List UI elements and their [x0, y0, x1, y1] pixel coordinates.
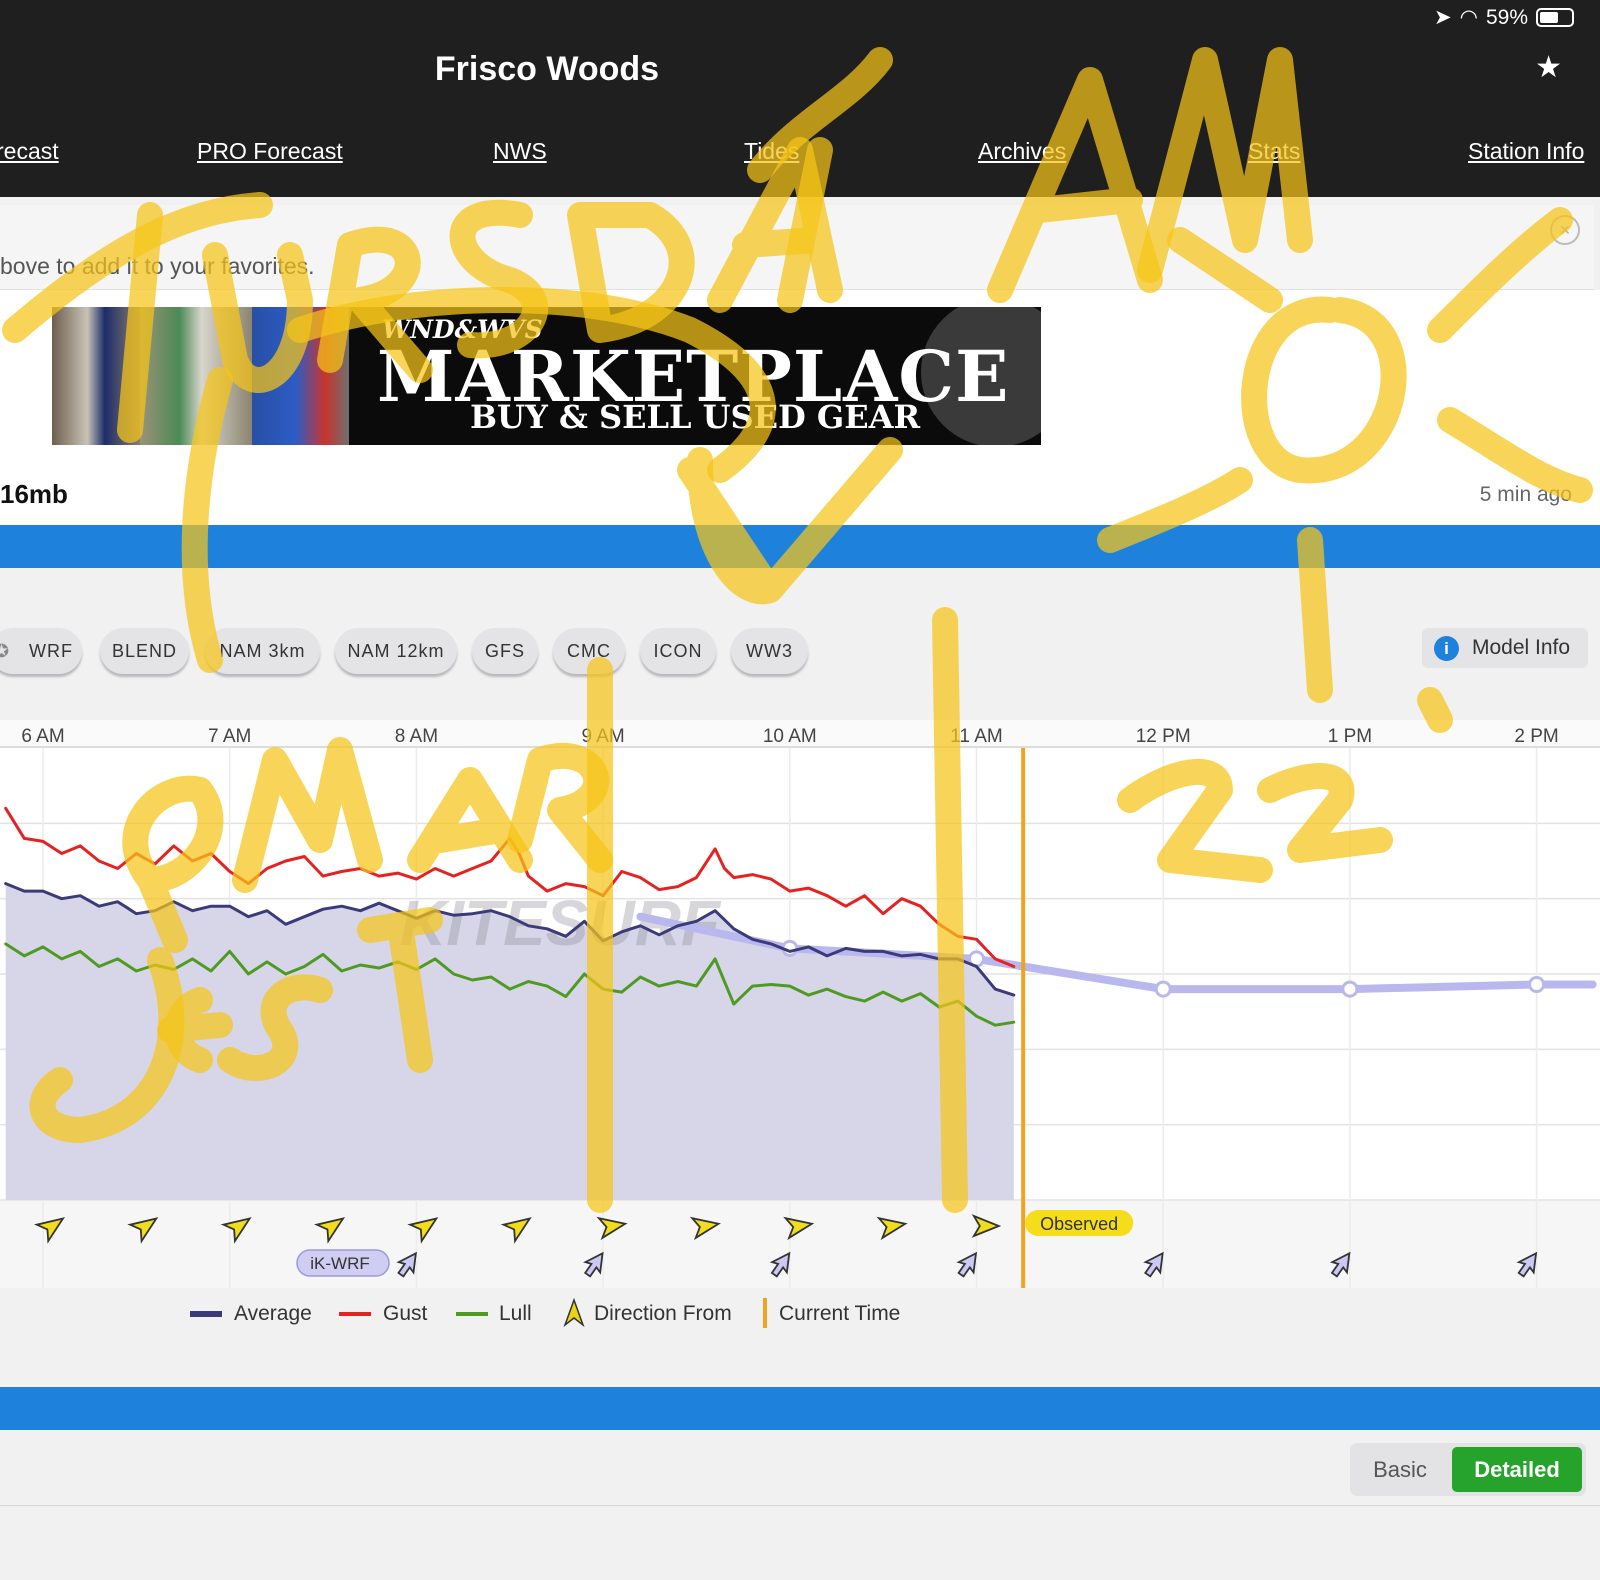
section-bar-bottom: [0, 1387, 1600, 1430]
detailed-view-button[interactable]: Detailed: [1452, 1447, 1582, 1492]
wind-chart: 6 AM 7 AM 8 AM 9 AM 10 AM 11 AM 12 PM 1 PM 2 PMK…: [0, 720, 1600, 1288]
basic-view-button[interactable]: Basic: [1350, 1443, 1450, 1496]
x-tick-label: 9 AM: [581, 726, 624, 747]
x-tick-label: 12 PM: [1136, 726, 1191, 747]
legend-direction: Direction From: [594, 1302, 732, 1325]
x-tick-label: 1 PM: [1328, 726, 1372, 747]
view-toggle: Basic Detailed: [1350, 1443, 1586, 1496]
observed-badge-label: Observed: [1040, 1214, 1118, 1234]
legend-average: Average: [234, 1302, 312, 1325]
arrow-band: [0, 1200, 1600, 1288]
legend-lull-swatch: [456, 1312, 488, 1316]
direction-arrow-icon: [563, 1297, 585, 1334]
x-tick-label: 10 AM: [763, 726, 817, 747]
forecast-point: [1341, 980, 1359, 998]
divider: [0, 1505, 1600, 1506]
chart-legend: Average Gust Lull Direction From Current…: [0, 1290, 1600, 1350]
forecast-point: [1528, 976, 1546, 994]
model-badge-label: iK-WRF: [310, 1254, 369, 1273]
legend-current-time: Current Time: [779, 1302, 901, 1325]
legend-gust-swatch: [339, 1312, 371, 1316]
x-tick-label: 2 PM: [1514, 726, 1558, 747]
legend-lull: Lull: [499, 1302, 532, 1325]
view-toggle-row: Basic Detailed: [0, 1430, 1600, 1580]
x-tick-label: 6 AM: [21, 726, 64, 747]
x-tick-label: 7 AM: [208, 726, 251, 747]
legend-current-time-swatch: [763, 1298, 767, 1328]
x-tick-label: 11 AM: [950, 726, 1002, 747]
legend-gust: Gust: [383, 1302, 428, 1325]
legend-average-swatch: [190, 1311, 222, 1317]
x-tick-label: 8 AM: [395, 726, 438, 747]
forecast-point: [1154, 980, 1172, 998]
